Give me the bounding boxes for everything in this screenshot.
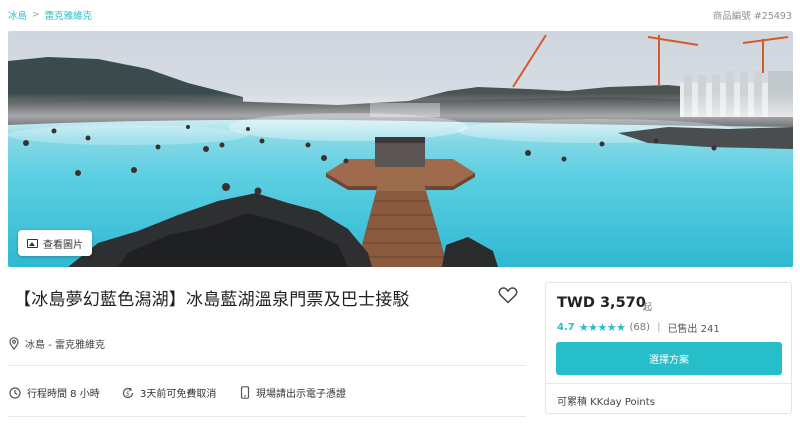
breadcrumb-item-iceland[interactable]: 冰島	[8, 8, 27, 22]
product-id: 商品編號 #25493	[712, 11, 792, 22]
product-title: 【冰島夢幻藍色潟湖】冰島藍湖溫泉門票及巴士接駁	[14, 290, 410, 310]
star-rating-icon: ★★★★★	[578, 321, 626, 334]
sold-count: 已售出 241	[667, 324, 720, 335]
divider	[8, 365, 526, 366]
product-location: 冰島 - 雷克雅維克	[9, 336, 105, 351]
location-pin-icon	[9, 337, 19, 350]
select-plan-button[interactable]: 選擇方案	[556, 342, 782, 375]
clock-icon	[9, 386, 21, 399]
refund-icon: $	[122, 387, 134, 398]
chevron-right-icon: >	[32, 10, 40, 20]
divider	[8, 416, 526, 417]
rating-row: 4.7 ★★★★★ (68) | 已售出 241	[557, 320, 720, 335]
kkday-points-label: 可累積 KKday Points	[557, 397, 655, 408]
top-bar: 冰島 > 雷克雅維克 商品編號 #25493	[0, 0, 800, 28]
rating-score: 4.7	[557, 322, 575, 333]
blue-lagoon-photo	[8, 31, 793, 267]
view-photos-button[interactable]: 查看圖片	[18, 230, 92, 256]
view-photos-label: 查看圖片	[43, 239, 83, 251]
hero-image[interactable]: 查看圖片	[8, 31, 793, 267]
price: TWD 3,570	[557, 295, 646, 311]
booking-card: TWD 3,570 起 4.7 ★★★★★ (68) | 已售出 241 選擇方…	[545, 282, 792, 414]
divider	[546, 383, 791, 384]
feature-voucher: 現場請出示電子憑證	[240, 385, 346, 400]
heart-icon[interactable]	[498, 286, 518, 304]
feature-cancellation: $ 3天前可免費取消	[122, 385, 216, 400]
feature-voucher-label: 現場請出示電子憑證	[256, 389, 346, 400]
feature-duration: 行程時間 8 小時	[9, 385, 100, 400]
phone-icon	[240, 386, 250, 399]
price-from-label: 起	[643, 303, 653, 313]
breadcrumb-item-reykjavik[interactable]: 雷克雅維克	[45, 8, 93, 22]
location-label: 冰島 - 雷克雅維克	[25, 340, 105, 351]
feature-cancellation-label: 3天前可免費取消	[140, 389, 217, 400]
review-count[interactable]: (68)	[630, 322, 651, 333]
svg-text:$: $	[126, 390, 130, 397]
image-icon	[27, 238, 38, 248]
breadcrumb: 冰島 > 雷克雅維克	[8, 8, 92, 22]
divider: |	[657, 322, 661, 333]
feature-duration-label: 行程時間 8 小時	[27, 389, 100, 400]
